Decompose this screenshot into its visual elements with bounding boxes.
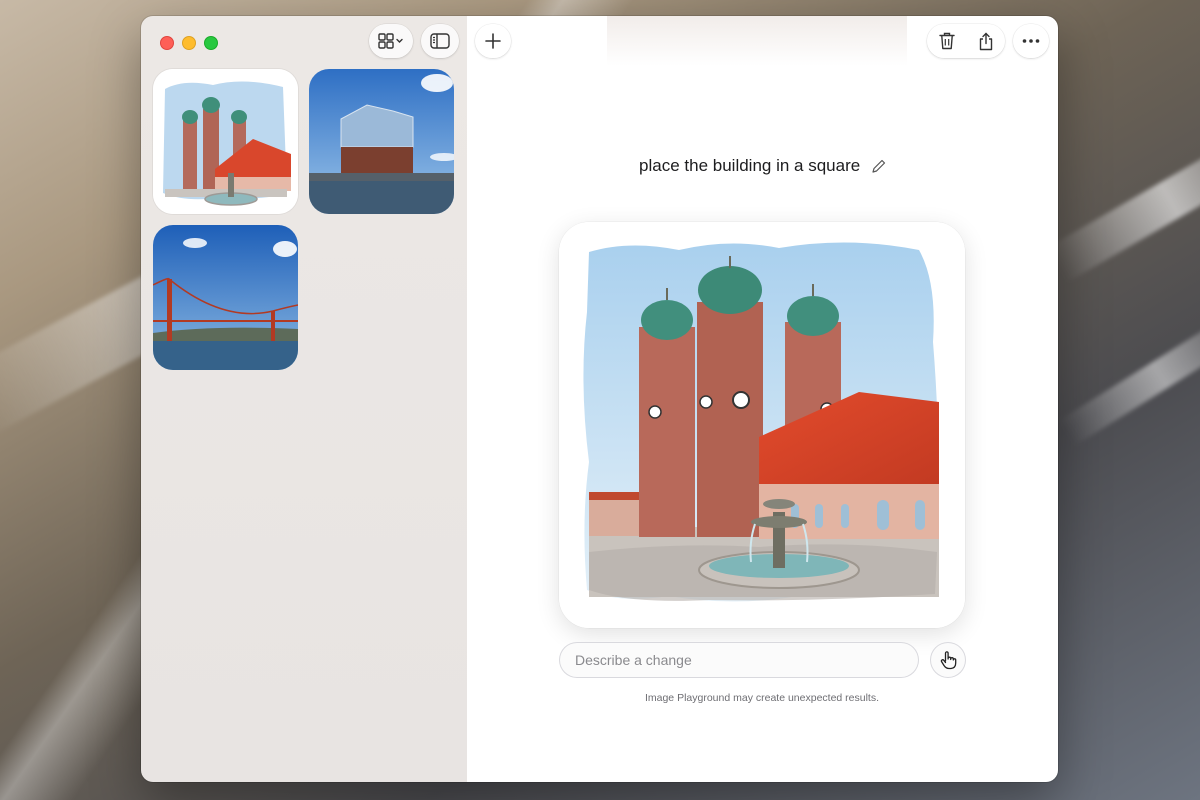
wallpaper-streak: [1058, 303, 1200, 447]
edit-actions-group: [927, 24, 1005, 58]
prompt-text: place the building in a square: [639, 156, 861, 175]
new-image-button[interactable]: [475, 24, 511, 58]
gallery-item-concert-hall[interactable]: [309, 69, 454, 214]
sidebar-toggle-button[interactable]: [421, 24, 459, 58]
hand-pointer-icon: [940, 651, 957, 670]
pointer-button[interactable]: [930, 642, 966, 678]
disclaimer-text: Image Playground may create unexpected r…: [644, 692, 880, 704]
traffic-lights: [160, 36, 218, 50]
image-gallery: [153, 69, 454, 370]
prompt-title[interactable]: place the building in a square: [467, 156, 1058, 176]
view-menu-button[interactable]: [369, 24, 413, 58]
gallery-item-cathedral[interactable]: [153, 69, 298, 214]
main-canvas: place the building in a square Describe …: [467, 16, 1058, 782]
more-button[interactable]: [1013, 24, 1049, 58]
sidebar-icon: [430, 33, 450, 49]
image-playground-window: place the building in a square Describe …: [141, 16, 1058, 782]
ellipsis-icon: [1022, 39, 1040, 43]
change-input-container: [559, 642, 919, 678]
gallery-item-bridge[interactable]: [153, 225, 298, 370]
share-button[interactable]: [966, 32, 1005, 51]
bridge-thumbnail: [153, 225, 298, 370]
delete-button[interactable]: [927, 32, 966, 50]
sidebar: [141, 16, 467, 782]
cathedral-thumbnail: [153, 69, 298, 214]
minimize-button[interactable]: [182, 36, 196, 50]
preview-fade: [607, 16, 907, 66]
pencil-icon[interactable]: [871, 159, 886, 174]
share-icon: [979, 32, 992, 50]
plus-icon: [485, 33, 501, 49]
generated-image[interactable]: [559, 222, 965, 628]
wallpaper-streak: [1047, 117, 1200, 283]
trash-icon: [938, 32, 955, 50]
zoom-button[interactable]: [204, 36, 218, 50]
describe-change-input[interactable]: [575, 652, 919, 668]
cathedral-image: [559, 222, 965, 628]
concert-hall-thumbnail: [309, 69, 454, 214]
close-button[interactable]: [160, 36, 174, 50]
grid-icon: [378, 33, 403, 49]
